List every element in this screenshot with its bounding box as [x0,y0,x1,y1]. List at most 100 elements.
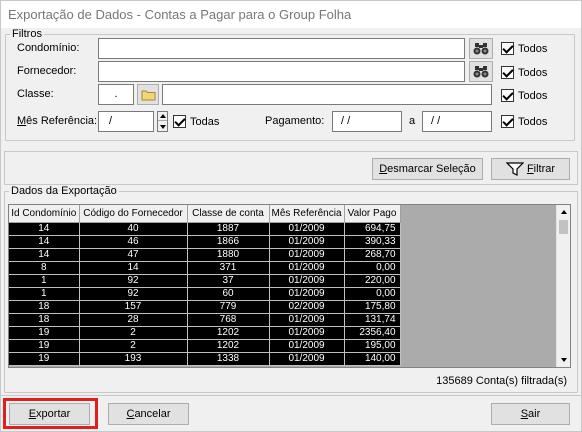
table-cell: 768 [187,313,270,327]
checkbox-checked-icon [501,66,514,79]
table-cell: 1 [9,287,80,301]
todos-condominio-label: Todos [518,42,548,55]
spin-up-icon[interactable] [158,112,167,121]
classe-description-field[interactable] [162,84,492,105]
classe-label: Classe: [17,88,54,100]
table-cell: 1202 [187,339,270,353]
checkbox-checked-icon [501,42,514,55]
filtrar-button[interactable]: Filtrar [491,158,570,180]
table-cell: 1 [9,274,80,288]
browse-classe-button[interactable] [137,84,159,105]
table-row[interactable]: 18 157 779 02/2009 175,80 [9,300,401,314]
table-cell: 140,00 [344,352,401,366]
binoculars-icon [473,43,489,55]
table-cell: 694,75 [344,222,401,236]
table-cell: 220,00 [344,274,401,288]
mes-referencia-field[interactable]: / [98,111,154,132]
checkbox-checked-icon [501,115,514,128]
pagamento-to-field[interactable]: / / [422,111,492,132]
table-row[interactable]: 19 2 1202 01/2009 195,00 [9,339,401,353]
fornecedor-field[interactable] [98,61,465,82]
todas-mes-label: Todas [190,115,220,128]
mes-referencia-spinner[interactable] [157,111,168,132]
table-cell: 131,74 [344,313,401,327]
export-data-grid[interactable]: Id Condomínio Código do Fornecedor Classe … [8,204,571,368]
table-row[interactable]: 1 92 37 01/2009 220,00 [9,274,401,288]
table-cell: 01/2009 [269,235,345,249]
table-row[interactable]: 19 2 1202 01/2009 2356,40 [9,326,401,340]
search-fornecedor-button[interactable] [469,61,493,82]
table-cell: 8 [9,261,80,275]
table-row[interactable]: 14 46 1866 01/2009 390,33 [9,235,401,249]
cancelar-button[interactable]: Cancelar [108,403,189,425]
table-cell: 01/2009 [269,339,345,353]
todos-pagamento-label: Todos [518,115,548,128]
table-cell: 18 [9,300,80,314]
column-header[interactable]: Mês Referência [269,205,345,223]
table-cell: 1887 [187,222,270,236]
footer-divider [1,395,581,396]
table-cell: 175,80 [344,300,401,314]
todos-pagamento-checkbox[interactable]: Todos [501,115,547,128]
table-cell: 02/2009 [269,300,345,314]
exportar-button[interactable]: Exportar [9,403,90,425]
table-cell: 92 [79,287,188,301]
filtered-count-status: 135689 Conta(s) filtrada(s) [436,375,567,387]
sair-button[interactable]: Sair [491,403,570,425]
scroll-down-icon[interactable] [557,353,570,367]
table-cell: 2356,40 [344,326,401,340]
table-cell: 193 [79,352,188,366]
table-cell: 47 [79,248,188,262]
table-row[interactable]: 18 28 768 01/2009 131,74 [9,313,401,327]
table-row[interactable]: 14 40 1887 01/2009 694,75 [9,222,401,236]
table-cell: 1202 [187,326,270,340]
table-row[interactable]: 1 92 60 01/2009 0,00 [9,287,401,301]
column-header[interactable]: Valor Pago [344,205,401,223]
table-cell: 195,00 [344,339,401,353]
scroll-up-icon[interactable] [557,205,570,219]
table-cell: 14 [9,222,80,236]
checkbox-checked-icon [501,89,514,102]
column-header[interactable]: Classe de conta [187,205,270,223]
table-row[interactable]: 14 47 1880 01/2009 268,70 [9,248,401,262]
todos-condominio-checkbox[interactable]: Todos [501,42,547,55]
table-cell: 92 [79,274,188,288]
search-condominio-button[interactable] [469,38,493,59]
table-cell: 0,00 [344,287,401,301]
table-cell: 01/2009 [269,352,345,366]
fornecedor-label: Fornecedor: [17,65,77,77]
table-cell: 46 [79,235,188,249]
table-cell: 01/2009 [269,313,345,327]
table-row[interactable]: 19 193 1338 01/2009 140,00 [9,352,401,366]
export-data-table: Id Condomínio Código do Fornecedor Classe … [9,205,401,366]
table-cell: 19 [9,326,80,340]
table-row[interactable]: 8 14 371 01/2009 0,00 [9,261,401,275]
table-cell: 1338 [187,352,270,366]
column-header[interactable]: Id Condomínio [9,205,80,223]
table-cell: 268,70 [344,248,401,262]
pagamento-label: Pagamento: [265,115,325,127]
condominio-field[interactable] [98,38,465,59]
todos-fornecedor-checkbox[interactable]: Todos [501,66,547,79]
pagamento-to-label: a [409,115,416,127]
window-title: Exportação de Dados - Contas a Pagar par… [8,7,352,22]
table-cell: 28 [79,313,188,327]
todas-mes-checkbox[interactable]: Todas [173,115,219,128]
scroll-thumb[interactable] [559,220,568,234]
table-cell: 390,33 [344,235,401,249]
pagamento-from-field[interactable]: / / [332,111,402,132]
spin-down-icon[interactable] [158,122,167,131]
table-cell: 01/2009 [269,287,345,301]
desmarcar-selecao-button[interactable]: Desmarcar Seleção [372,158,483,180]
folder-icon [141,90,155,100]
table-cell: 2 [79,339,188,353]
column-header[interactable]: Código do Fornecedor [79,205,188,223]
grid-vertical-scrollbar[interactable] [556,205,570,367]
export-data-legend: Dados da Exportação [11,185,117,197]
table-cell: 01/2009 [269,261,345,275]
table-cell: 157 [79,300,188,314]
export-window: Exportação de Dados - Contas a Pagar par… [0,0,582,432]
table-cell: 19 [9,352,80,366]
classe-code-field[interactable]: . [98,84,134,105]
todos-classe-checkbox[interactable]: Todos [501,89,547,102]
